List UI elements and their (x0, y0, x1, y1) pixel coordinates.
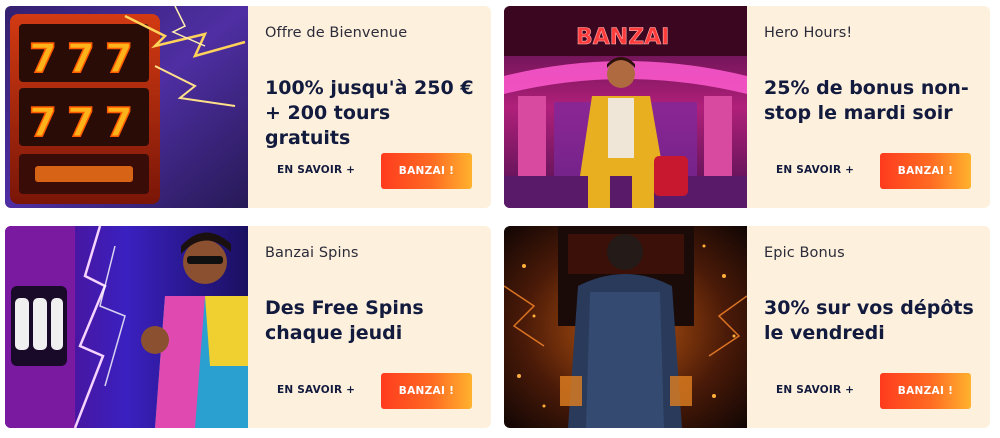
learn-more-link[interactable]: EN SAVOIR + (277, 164, 355, 176)
promo-card-banzai-spins: Banzai Spins Des Free Spins chaque jeudi… (5, 226, 491, 428)
man-walking-casino-image: BANZAI (504, 6, 747, 208)
excited-player-slot-image (5, 226, 248, 428)
learn-more-link[interactable]: EN SAVOIR + (776, 384, 854, 396)
banzai-button[interactable]: BANZAI ! (381, 153, 472, 189)
promo-subtitle: Hero Hours! (764, 25, 853, 41)
promo-card-body: Offre de Bienvenue 100% jusqu'à 250 € + … (248, 6, 491, 208)
promotions-grid: 777 777 Offre de Bienvenue 100% jusqu'à … (0, 0, 1000, 438)
banzai-neon-sign: BANZAI (576, 25, 669, 50)
promo-subtitle: Epic Bonus (764, 245, 845, 261)
promo-subtitle: Offre de Bienvenue (265, 25, 408, 41)
learn-more-link[interactable]: EN SAVOIR + (776, 164, 854, 176)
promo-card-epic-bonus: Epic Bonus 30% sur vos dépôts le vendred… (504, 226, 990, 428)
svg-text:7: 7 (67, 36, 95, 82)
svg-text:7: 7 (29, 100, 57, 146)
promo-subtitle: Banzai Spins (265, 245, 359, 261)
promo-card-hero-hours: BANZAI Hero Hours! 25% de bonus non-stop… (504, 6, 990, 208)
promo-card-body: Hero Hours! 25% de bonus non-stop le mar… (747, 6, 990, 208)
promo-title: Des Free Spins chaque jeudi (265, 297, 424, 344)
slot-machine-lightning-image: 777 777 (5, 6, 248, 208)
learn-more-link[interactable]: EN SAVOIR + (277, 384, 355, 396)
promo-title: 25% de bonus non-stop le mardi soir (764, 77, 969, 124)
player-at-slot-machine-image (504, 226, 747, 428)
banzai-button[interactable]: BANZAI ! (880, 373, 971, 409)
promo-card-body: Epic Bonus 30% sur vos dépôts le vendred… (747, 226, 990, 428)
promo-title: 30% sur vos dépôts le vendredi (764, 297, 974, 344)
svg-text:7: 7 (29, 36, 57, 82)
svg-text:7: 7 (105, 36, 133, 82)
banzai-button[interactable]: BANZAI ! (381, 373, 472, 409)
svg-text:7: 7 (67, 100, 95, 146)
banzai-button[interactable]: BANZAI ! (880, 153, 971, 189)
svg-text:7: 7 (105, 100, 133, 146)
promo-title: 100% jusqu'à 250 € + 200 tours gratuits (265, 77, 474, 149)
promo-card-body: Banzai Spins Des Free Spins chaque jeudi… (248, 226, 491, 428)
promo-card-welcome-offer: 777 777 Offre de Bienvenue 100% jusqu'à … (5, 6, 491, 208)
